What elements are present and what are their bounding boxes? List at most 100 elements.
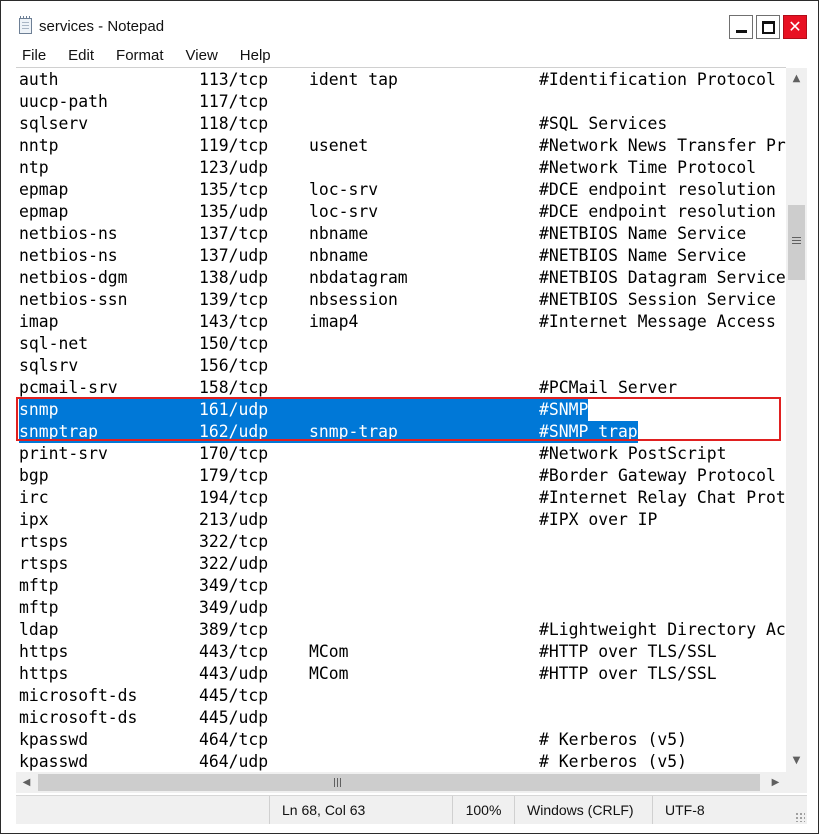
close-button[interactable]: ✕ xyxy=(783,15,807,39)
text-line[interactable]: kpasswd 464/udp # Kerberos (v5) xyxy=(16,751,786,772)
grip-icon xyxy=(792,237,801,246)
menu-view[interactable]: View xyxy=(181,45,218,67)
text-line[interactable]: epmap 135/tcp loc-srv #DCE endpoint resolut… xyxy=(16,179,786,201)
text-line[interactable]: netbios-dgm 138/udp nbdatagram #NETBIOS Dat… xyxy=(16,267,786,289)
service-name: irc xyxy=(19,488,49,507)
text-line[interactable]: sqlserv 118/tcp #SQL Services xyxy=(16,113,786,135)
service-name: rtsps xyxy=(19,532,69,551)
service-port: 139/tcp xyxy=(199,290,269,309)
text-line[interactable]: rtsps 322/udp xyxy=(16,553,786,575)
service-comment: # Kerberos (v5) xyxy=(539,730,688,749)
service-name: microsoft-ds xyxy=(19,708,138,727)
text-line[interactable]: pcmail-srv 158/tcp #PCMail Server xyxy=(16,377,786,399)
text-line[interactable]: rtsps 322/tcp xyxy=(16,531,786,553)
text-line[interactable]: epmap 135/udp loc-srv #DCE endpoint resolut… xyxy=(16,201,786,223)
selected-text-line[interactable]: snmptrap 162/udp snmp-trap #SNMP trap xyxy=(16,421,786,443)
horizontal-scroll-thumb[interactable] xyxy=(38,774,760,791)
scroll-right-icon[interactable]: ▶ xyxy=(765,772,786,793)
scroll-left-icon[interactable]: ◀ xyxy=(16,772,37,793)
encoding: UTF-8 xyxy=(652,796,807,824)
service-port: 123/udp xyxy=(199,158,269,177)
service-comment: # Kerberos (v5) xyxy=(539,752,688,771)
text-line[interactable]: ldap 389/tcp #Lightweight Directory Ac xyxy=(16,619,786,641)
scroll-down-icon[interactable]: ▼ xyxy=(786,750,807,772)
text-line[interactable]: netbios-ns 137/tcp nbname #NETBIOS Name Ser… xyxy=(16,223,786,245)
service-comment: #PCMail Server xyxy=(539,378,678,397)
service-port: 322/tcp xyxy=(199,532,269,551)
service-comment: #Identification Protocol xyxy=(539,70,776,89)
text-line[interactable]: irc 194/tcp #Internet Relay Chat Prot xyxy=(16,487,786,509)
text-line[interactable]: uucp-path 117/tcp xyxy=(16,91,786,113)
service-name: epmap xyxy=(19,202,69,221)
service-comment: #SQL Services xyxy=(539,114,668,133)
service-name: snmp xyxy=(19,400,59,419)
resize-grip-icon[interactable] xyxy=(795,812,805,822)
menu-edit[interactable]: Edit xyxy=(63,45,94,67)
text-line[interactable]: auth 113/tcp ident tap #Identification Prot… xyxy=(16,69,786,91)
service-name: kpasswd xyxy=(19,752,89,771)
service-port: 179/tcp xyxy=(199,466,269,485)
menu-help[interactable]: Help xyxy=(235,45,271,67)
service-name: mftp xyxy=(19,576,59,595)
text-line[interactable]: sql-net 150/tcp xyxy=(16,333,786,355)
text-line[interactable]: mftp 349/tcp xyxy=(16,575,786,597)
service-aliases: nbname xyxy=(309,246,369,265)
service-port: 162/udp xyxy=(199,422,269,441)
service-name: ntp xyxy=(19,158,49,177)
service-port: 161/udp xyxy=(199,400,269,419)
menu-file[interactable]: File xyxy=(17,45,46,67)
text-line[interactable]: imap 143/tcp imap4 #Internet Message Access xyxy=(16,311,786,333)
text-line[interactable]: https 443/udp MCom #HTTP over TLS/SSL xyxy=(16,663,786,685)
service-name: uucp-path xyxy=(19,92,108,111)
service-port: 150/tcp xyxy=(199,334,269,353)
horizontal-scrollbar[interactable]: ◀ ▶ xyxy=(16,772,786,793)
text-line[interactable]: mftp 349/udp xyxy=(16,597,786,619)
minimize-icon xyxy=(735,29,747,33)
text-line[interactable]: netbios-ns 137/udp nbname #NETBIOS Name Ser… xyxy=(16,245,786,267)
service-aliases: nbsession xyxy=(309,290,398,309)
text-line[interactable]: bgp 179/tcp #Border Gateway Protocol xyxy=(16,465,786,487)
text-line[interactable]: ipx 213/udp #IPX over IP xyxy=(16,509,786,531)
text-line[interactable]: kpasswd 464/tcp # Kerberos (v5) xyxy=(16,729,786,751)
text-line[interactable]: https 443/tcp MCom #HTTP over TLS/SSL xyxy=(16,641,786,663)
service-port: 443/tcp xyxy=(199,642,269,661)
service-name: auth xyxy=(19,70,59,89)
text-line[interactable]: ntp 123/udp #Network Time Protocol xyxy=(16,157,786,179)
service-name: sql-net xyxy=(19,334,89,353)
text-line[interactable]: print-srv 170/tcp #Network PostScript xyxy=(16,443,786,465)
service-port: 464/udp xyxy=(199,752,269,771)
maximize-button[interactable] xyxy=(756,15,780,39)
service-port: 119/tcp xyxy=(199,136,269,155)
service-comment: #Border Gateway Protocol xyxy=(539,466,776,485)
service-aliases: nbdatagram xyxy=(309,268,408,287)
service-port: 349/udp xyxy=(199,598,269,617)
vertical-scroll-thumb[interactable] xyxy=(788,205,805,280)
title-bar[interactable]: services - Notepad ✕ xyxy=(1,1,818,43)
text-line[interactable]: sqlsrv 156/tcp xyxy=(16,355,786,377)
service-port: 322/udp xyxy=(199,554,269,573)
service-comment: #SNMP xyxy=(539,400,589,419)
minimize-button[interactable] xyxy=(729,15,753,39)
service-port: 158/tcp xyxy=(199,378,269,397)
service-comment: #Network News Transfer Pr xyxy=(539,136,786,155)
text-line[interactable]: nntp 119/tcp usenet #Network News Transfer … xyxy=(16,135,786,157)
text-line[interactable]: microsoft-ds 445/tcp xyxy=(16,685,786,707)
service-comment: #NETBIOS Name Service xyxy=(539,224,747,243)
service-port: 389/tcp xyxy=(199,620,269,639)
menu-format[interactable]: Format xyxy=(111,45,164,67)
selected-text-line[interactable]: snmp 161/udp #SNMP xyxy=(16,399,786,421)
text-line[interactable]: netbios-ssn 139/tcp nbsession #NETBIOS Sess… xyxy=(16,289,786,311)
service-port: 138/udp xyxy=(199,268,269,287)
service-port: 349/tcp xyxy=(199,576,269,595)
service-aliases: nbname xyxy=(309,224,369,243)
vertical-scrollbar[interactable]: ▲ ▼ xyxy=(786,68,807,772)
service-comment: #Lightweight Directory Ac xyxy=(539,620,786,639)
service-port: 464/tcp xyxy=(199,730,269,749)
service-port: 443/udp xyxy=(199,664,269,683)
scroll-up-icon[interactable]: ▲ xyxy=(786,68,807,90)
service-comment: #Network Time Protocol xyxy=(539,158,757,177)
text-line[interactable]: microsoft-ds 445/udp xyxy=(16,707,786,729)
notepad-icon xyxy=(19,16,32,34)
text-editor[interactable]: auth 113/tcp ident tap #Identification Prot… xyxy=(16,67,786,772)
service-name: mftp xyxy=(19,598,59,617)
